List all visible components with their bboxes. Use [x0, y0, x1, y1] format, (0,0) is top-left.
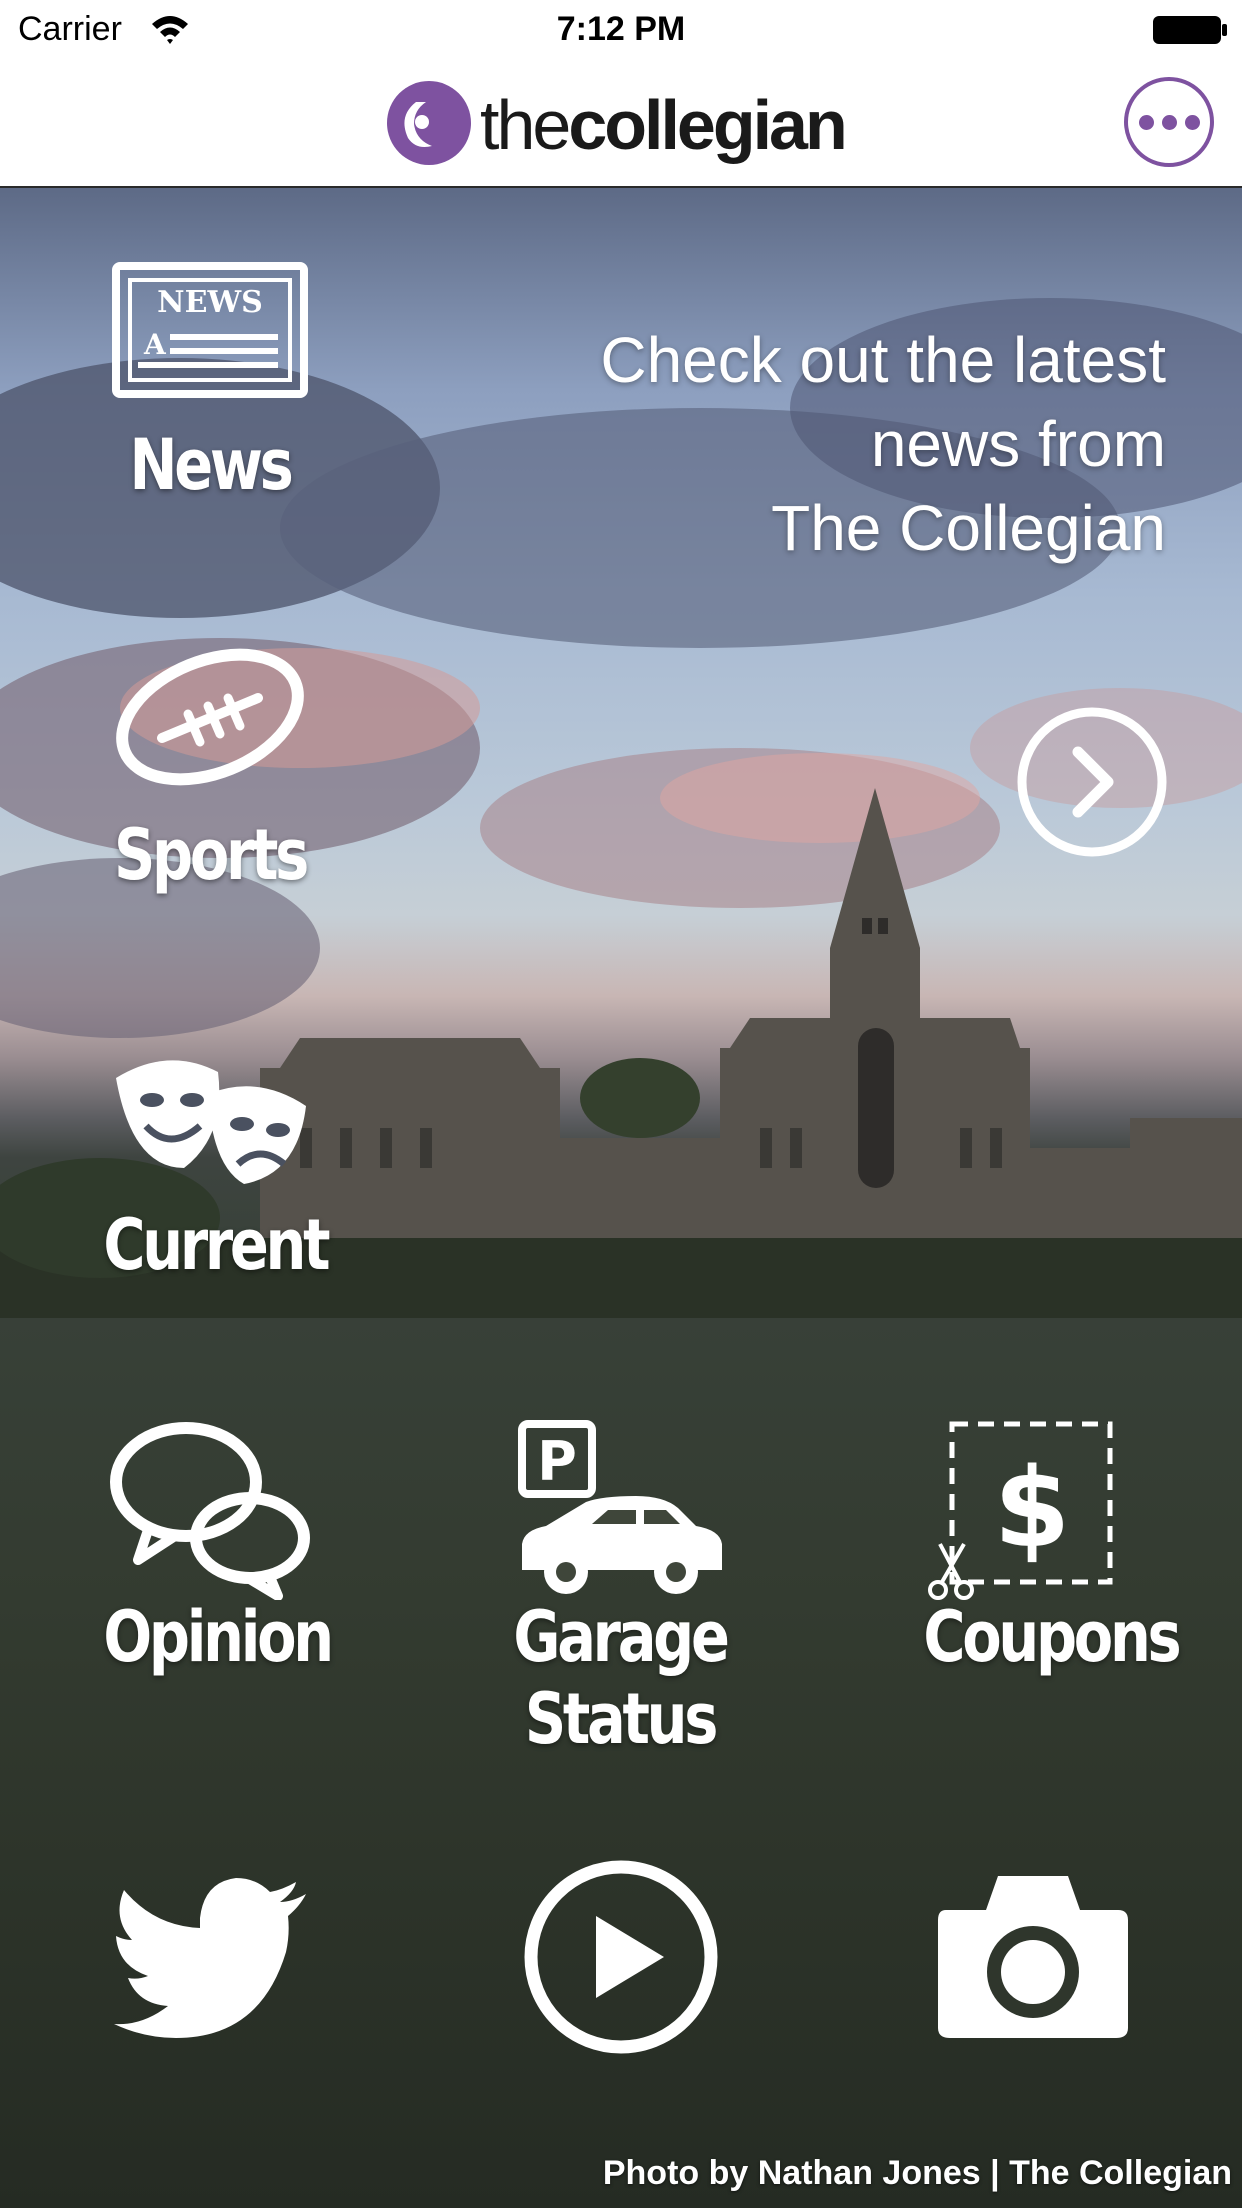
parking-icon-letter: P [537, 1430, 577, 1493]
more-dots-icon [1138, 114, 1154, 130]
headline-line-2: news from [870, 408, 1166, 480]
garage-status-tile[interactable]: P Garage Status [410, 1420, 830, 1760]
play-circle-icon[interactable] [522, 1858, 720, 2056]
headline-line-1: Check out the latest [600, 324, 1166, 396]
coupon-scissors-icon: $ [928, 1421, 1113, 1600]
logo-text-the: the [480, 86, 571, 164]
coupons-tile[interactable]: $ Coupons [900, 1420, 1182, 1720]
parking-car-icon: P [518, 1420, 722, 1594]
newspaper-icon-letter: A [143, 328, 167, 361]
twitter-bird-icon[interactable] [110, 1878, 310, 2038]
opinion-tile[interactable]: Opinion [80, 1420, 340, 1720]
coupons-label: Coupons [923, 1596, 1181, 1678]
battery-icon [1153, 16, 1227, 44]
chevron-right-circle-icon[interactable] [1016, 706, 1168, 858]
logo-text-collegian: collegian [568, 86, 847, 164]
status-bar: Carrier 7:12 PM [0, 0, 1242, 62]
latest-news-headline[interactable]: Check out the latest news from The Colle… [430, 318, 1166, 570]
camera-icon[interactable] [934, 1870, 1132, 2042]
collegian-wordmark: thecollegian [480, 80, 848, 170]
current-tile[interactable]: Current [80, 1048, 340, 1428]
garage-status-label: Garage Status [513, 1596, 730, 1760]
newspaper-icon: NEWS A [112, 262, 308, 398]
headline-line-3: The Collegian [771, 492, 1166, 564]
sports-tile[interactable]: Sports [90, 642, 330, 1022]
sports-label: Sports [113, 814, 309, 896]
news-label: News [129, 424, 293, 506]
speech-bubbles-icon [110, 1422, 310, 1600]
collegian-logo-icon [387, 81, 471, 165]
clock-time: 7:12 PM [556, 10, 686, 48]
coupon-icon-symbol: $ [994, 1444, 1071, 1572]
current-label: Current [103, 1204, 330, 1286]
photo-credit: Photo by Nathan Jones | The Collegian [602, 2154, 1232, 2192]
theater-masks-icon [116, 1060, 306, 1184]
more-menu-button[interactable] [1124, 77, 1214, 167]
more-dot [1161, 114, 1177, 130]
navigation-bar: thecollegian [0, 62, 1242, 188]
football-icon [116, 648, 304, 786]
news-tile[interactable]: NEWS A News [90, 262, 330, 622]
opinion-label: Opinion [103, 1596, 334, 1678]
home-background-photo: Check out the latest news from The Colle… [0, 188, 1242, 2208]
newspaper-icon-text: NEWS [157, 285, 263, 320]
more-dot [1184, 114, 1200, 130]
